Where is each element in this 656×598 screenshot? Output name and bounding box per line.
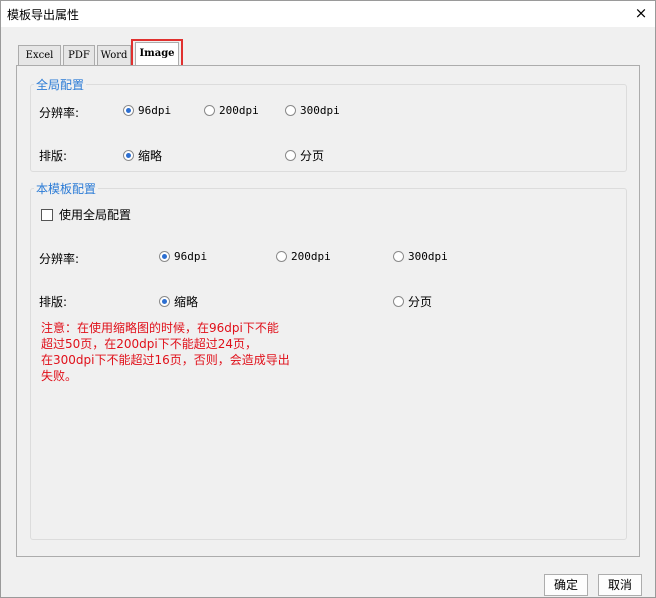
global-radio-thumbnail[interactable]: 缩略 <box>123 147 162 164</box>
template-resolution-label: 分辨率: <box>39 252 80 266</box>
use-global-label: 使用全局配置 <box>59 208 132 222</box>
cancel-button[interactable]: 取消 <box>598 574 642 596</box>
template-radio-300dpi[interactable]: 300dpi <box>393 250 448 263</box>
global-config-title: 全局配置 <box>34 76 87 93</box>
radio-selected-icon <box>159 251 170 262</box>
global-config-group <box>30 84 627 172</box>
ok-button[interactable]: 确定 <box>544 574 588 596</box>
tab-word[interactable]: Word <box>97 45 131 65</box>
radio-unselected-icon <box>276 251 287 262</box>
global-radio-200dpi[interactable]: 200dpi <box>204 104 259 117</box>
warning-note: 注意：在使用缩略图的时候，在96dpi下不能 超过50页，在200dpi下不能超… <box>41 321 290 383</box>
use-global-checkbox[interactable]: 使用全局配置 <box>41 206 131 223</box>
template-layout-label: 排版: <box>39 295 68 309</box>
tab-excel[interactable]: Excel <box>18 45 61 65</box>
tab-panel-image: 全局配置 分辨率: 96dpi 200dpi 300dpi 排版: 缩略 分页 … <box>16 65 640 557</box>
template-radio-thumbnail[interactable]: 缩略 <box>159 293 198 310</box>
global-radio-300dpi[interactable]: 300dpi <box>285 104 340 117</box>
checkbox-unchecked-icon <box>41 208 53 221</box>
template-radio-96dpi[interactable]: 96dpi <box>159 250 207 263</box>
global-radio-paging[interactable]: 分页 <box>285 147 324 164</box>
global-resolution-label: 分辨率: <box>39 106 80 120</box>
window-title: 模板导出属性 <box>7 8 80 22</box>
template-config-title: 本模板配置 <box>34 180 99 197</box>
tab-pdf[interactable]: PDF <box>63 45 95 65</box>
radio-unselected-icon <box>393 251 404 262</box>
template-radio-paging[interactable]: 分页 <box>393 293 432 310</box>
global-layout-label: 排版: <box>39 149 68 163</box>
radio-selected-icon <box>159 296 170 307</box>
radio-selected-icon <box>123 150 134 161</box>
radio-selected-icon <box>123 105 134 116</box>
dialog-window: 模板导出属性 × Excel PDF Word Image 全局配置 分辨率: … <box>0 0 656 598</box>
title-bar: 模板导出属性 × <box>1 1 655 27</box>
radio-unselected-icon <box>285 105 296 116</box>
radio-unselected-icon <box>393 296 404 307</box>
close-icon[interactable]: × <box>631 3 651 23</box>
radio-unselected-icon <box>285 150 296 161</box>
radio-unselected-icon <box>204 105 215 116</box>
global-radio-96dpi[interactable]: 96dpi <box>123 104 171 117</box>
template-radio-200dpi[interactable]: 200dpi <box>276 250 331 263</box>
